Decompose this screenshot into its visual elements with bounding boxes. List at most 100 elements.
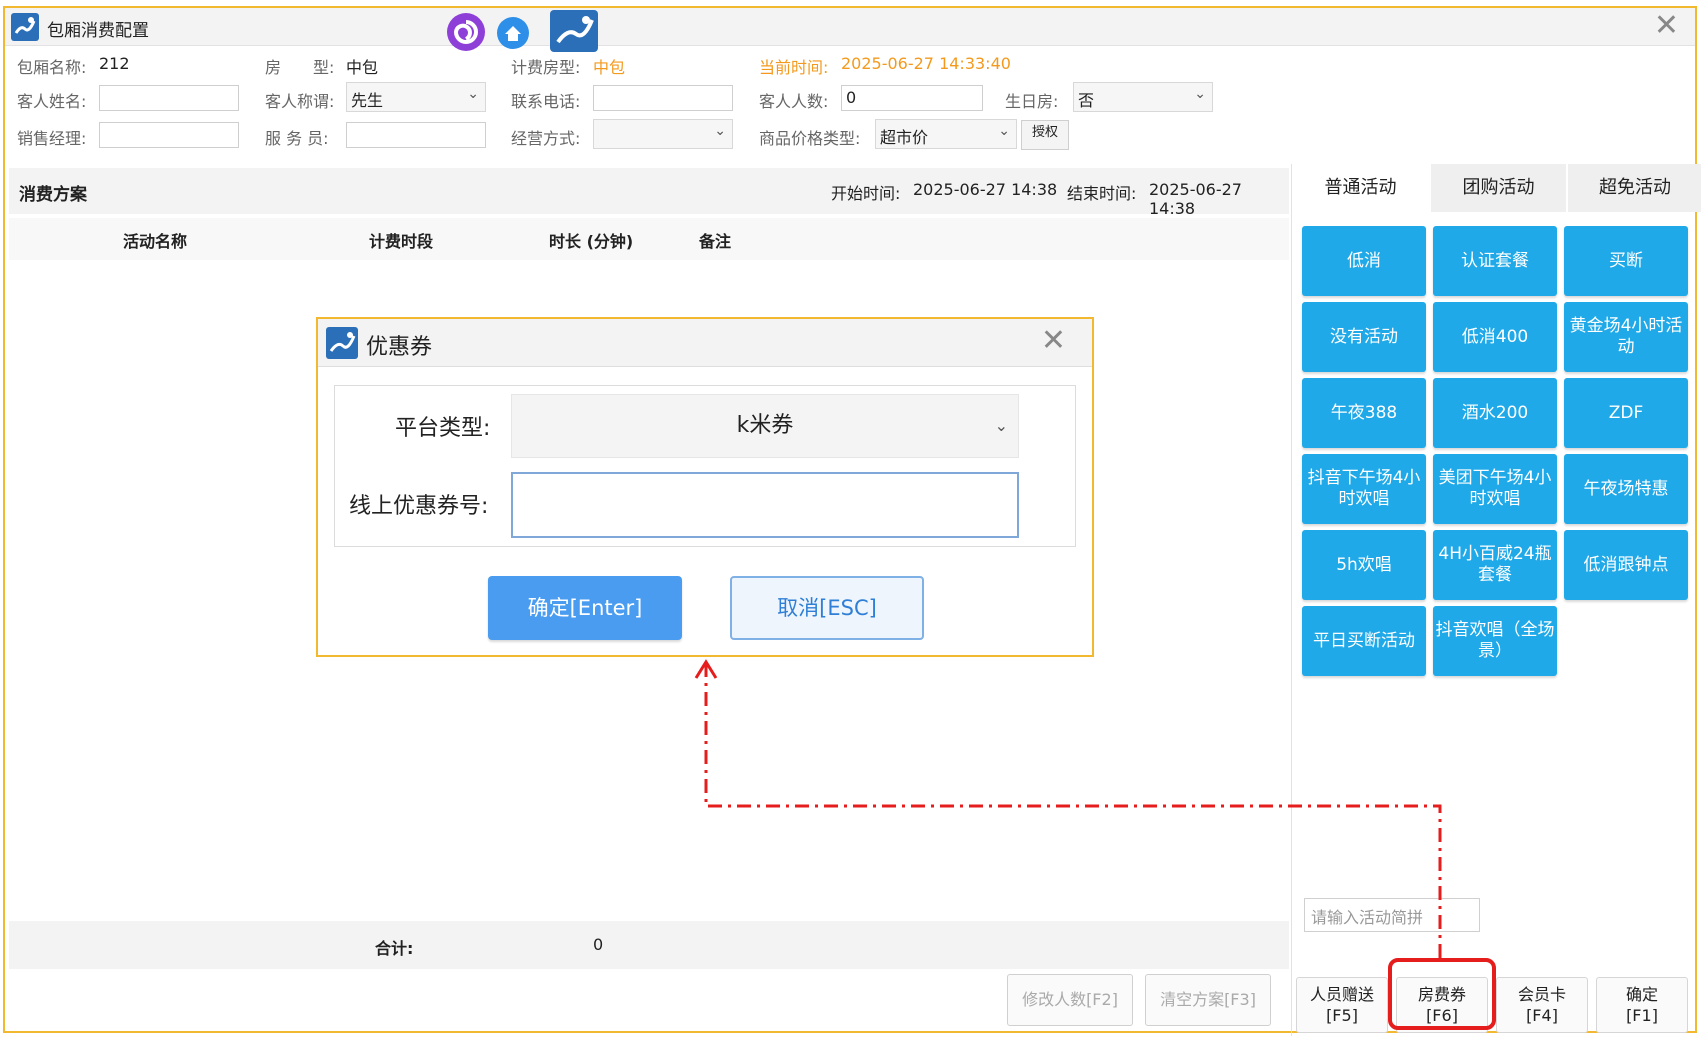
confirm-button[interactable]: 确定 [F1]	[1596, 977, 1688, 1033]
activity-button[interactable]: 5h欢唱	[1302, 530, 1426, 600]
tab-free-activity[interactable]: 超免活动	[1568, 164, 1701, 212]
current-time-label: 当前时间:	[759, 58, 829, 77]
current-time-value: 2025-06-27 14:33:40	[841, 54, 1011, 73]
plan-table-header: 活动名称 计费时段 时长 (分钟) 备注	[9, 218, 1289, 260]
activity-button[interactable]: 酒水200	[1433, 378, 1557, 448]
guest-title-select[interactable]: 先生 ⌄	[346, 82, 486, 112]
activity-button[interactable]: 没有活动	[1302, 302, 1426, 372]
activity-button[interactable]: 低消400	[1433, 302, 1557, 372]
activity-button[interactable]: ZDF	[1564, 378, 1688, 448]
coupon-dialog: 优惠券 ✕ 平台类型: k米券 ⌄ 线上优惠券号: 确定[Enter] 取消[E…	[316, 317, 1094, 657]
dialog-title: 优惠券	[366, 335, 433, 360]
sales-manager-label: 销售经理:	[17, 129, 87, 148]
coupon-number-input[interactable]	[511, 472, 1019, 538]
staff-gift-button[interactable]: 人员赠送 [F5]	[1296, 977, 1388, 1033]
activity-panel: 普通活动 团购活动 超免活动 低消 认证套餐 买断 没有活动 低消400 黄金场…	[1291, 164, 1701, 1036]
birthday-label: 生日房:	[1005, 92, 1059, 111]
guest-title-value: 先生	[351, 91, 384, 110]
dialog-ok-button[interactable]: 确定[Enter]	[488, 576, 682, 640]
button-shortcut: [F4]	[1526, 1006, 1558, 1025]
button-label: 会员卡	[1517, 985, 1566, 1004]
start-time-value: 2025-06-27 14:38	[913, 180, 1058, 199]
sales-manager-input[interactable]	[99, 122, 239, 148]
activity-button[interactable]: 4H小百威24瓶套餐	[1433, 530, 1557, 600]
app-logo-icon	[326, 327, 358, 359]
total-value: 0	[593, 935, 604, 954]
business-mode-select[interactable]: ⌄	[593, 119, 733, 149]
waiter-input[interactable]	[346, 122, 486, 148]
column-header: 计费时段	[369, 232, 434, 251]
authorize-button[interactable]: 授权	[1021, 120, 1069, 150]
billing-type-label: 计费房型:	[511, 58, 581, 77]
activity-button[interactable]: 午夜388	[1302, 378, 1426, 448]
birthday-value: 否	[1078, 91, 1095, 110]
plan-total-row: 合计: 0	[9, 921, 1289, 969]
billing-type-value: 中包	[593, 58, 626, 77]
price-type-value: 超市价	[880, 128, 929, 147]
plan-section-title: 消费方案	[19, 185, 87, 205]
button-shortcut: [F1]	[1626, 1006, 1658, 1025]
business-mode-label: 经营方式:	[511, 129, 581, 148]
activity-button[interactable]: 认证套餐	[1433, 226, 1557, 296]
room-type-value: 中包	[346, 58, 379, 77]
dialog-form: 平台类型: k米券 ⌄ 线上优惠券号:	[334, 385, 1076, 547]
button-label: 确定	[1625, 985, 1658, 1004]
guest-name-label: 客人姓名:	[17, 92, 87, 111]
platform-type-value: k米券	[736, 413, 794, 438]
activity-button[interactable]: 美团下午场4小时欢唱	[1433, 454, 1557, 524]
room-type-label: 房 型:	[265, 58, 335, 77]
platform-type-label: 平台类型:	[395, 416, 491, 441]
coupon-number-label: 线上优惠券号:	[349, 494, 489, 519]
activity-button[interactable]: 低消跟钟点	[1564, 530, 1688, 600]
end-time-value: 2025-06-27 14:38	[1149, 180, 1242, 218]
phone-input[interactable]	[593, 85, 733, 111]
tab-normal-activity[interactable]: 普通活动	[1292, 164, 1429, 212]
dialog-cancel-button[interactable]: 取消[ESC]	[730, 576, 924, 640]
guest-title-label: 客人称谓:	[265, 92, 335, 111]
spiral-app-icon[interactable]	[446, 12, 486, 52]
chevron-down-icon: ⌄	[1194, 86, 1206, 102]
chevron-down-icon: ⌄	[714, 123, 726, 139]
platform-type-select[interactable]: k米券 ⌄	[511, 394, 1019, 458]
modify-count-button[interactable]: 修改人数[F2]	[1007, 974, 1133, 1026]
waiter-label: 服 务 员:	[265, 129, 329, 148]
button-shortcut: [F5]	[1326, 1006, 1358, 1025]
app-logo-icon	[11, 13, 39, 41]
window-title: 包厢消费配置	[47, 21, 149, 41]
activity-button[interactable]: 抖音下午场4小时欢唱	[1302, 454, 1426, 524]
annotation-highlight-box	[1388, 958, 1496, 1030]
total-label: 合计:	[375, 939, 414, 958]
price-type-select[interactable]: 超市价 ⌄	[875, 119, 1017, 149]
guest-count-input[interactable]: 0	[841, 85, 983, 111]
phone-label: 联系电话:	[511, 92, 581, 111]
chevron-down-icon: ⌄	[998, 123, 1010, 139]
clear-plan-button[interactable]: 清空方案[F3]	[1145, 974, 1271, 1026]
app-shortcut-icon[interactable]	[550, 10, 598, 52]
column-header: 活动名称	[123, 232, 188, 251]
birthday-select[interactable]: 否 ⌄	[1073, 82, 1213, 112]
activity-button[interactable]: 黄金场4小时活动	[1564, 302, 1688, 372]
activity-button[interactable]: 平日买断活动	[1302, 606, 1426, 676]
guest-name-input[interactable]	[99, 85, 239, 111]
button-label: 人员赠送	[1309, 985, 1374, 1004]
member-card-button[interactable]: 会员卡 [F4]	[1496, 977, 1588, 1033]
column-header: 时长 (分钟)	[549, 232, 634, 251]
price-type-label: 商品价格类型:	[759, 129, 861, 148]
room-name-label: 包厢名称:	[17, 58, 87, 77]
dialog-close-icon[interactable]: ✕	[1041, 325, 1066, 357]
activity-button[interactable]: 低消	[1302, 226, 1426, 296]
activity-button[interactable]: 抖音欢唱（全场景）	[1433, 606, 1557, 676]
window-close-icon[interactable]: ✕	[1654, 10, 1679, 42]
plan-section-bar: 消费方案 开始时间: 2025-06-27 14:38 结束时间: 2025-0…	[9, 168, 1289, 218]
chevron-down-icon: ⌄	[467, 86, 479, 102]
dialog-title-bar: 优惠券 ✕	[318, 319, 1092, 367]
home-icon[interactable]	[496, 16, 530, 50]
column-header: 备注	[699, 232, 732, 251]
activity-button[interactable]: 午夜场特惠	[1564, 454, 1688, 524]
title-bar: 包厢消费配置 ✕	[5, 8, 1695, 52]
start-time-label: 开始时间:	[831, 184, 901, 203]
end-time-label: 结束时间:	[1067, 184, 1137, 203]
activity-search-input[interactable]: 请输入活动简拼	[1304, 898, 1480, 932]
activity-button[interactable]: 买断	[1564, 226, 1688, 296]
tab-group-activity[interactable]: 团购活动	[1431, 164, 1566, 212]
